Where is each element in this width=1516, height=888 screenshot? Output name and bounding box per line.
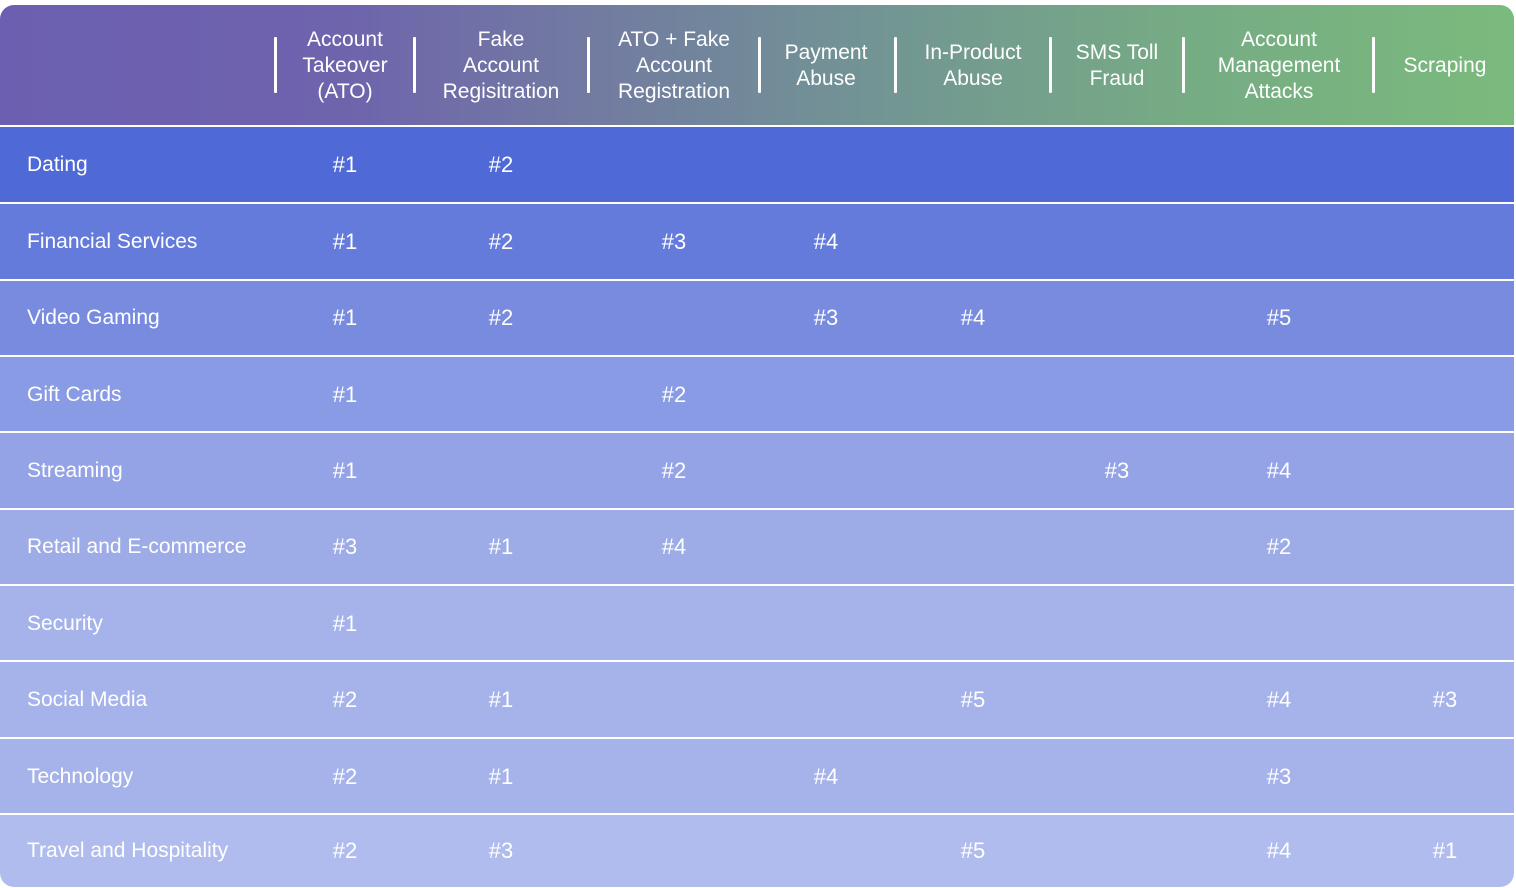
table-row: Gift Cards #1 #2 (0, 357, 1514, 432)
industry-label: Video Gaming (27, 306, 160, 329)
rank-cell-acctmgmt: #4 (1266, 458, 1292, 483)
rank-cell-fake: #2 (488, 305, 514, 330)
table-row: Travel and Hospitality #2 #3 #5 #4 #1 (0, 815, 1514, 887)
rank-cell-fake: #1 (488, 763, 514, 789)
rank-cell-ato: #1 (332, 305, 358, 330)
rank-cell-acctmgmt: #5 (1266, 305, 1292, 330)
column-header-ato_fake: ATO + Fake Account Registration (594, 5, 754, 126)
rank-cell-payment: #4 (813, 228, 839, 254)
industry-label: Security (27, 611, 103, 635)
rank-cell-fake: #2 (488, 152, 514, 177)
rank-cell-acctmgmt: #3 (1266, 763, 1292, 789)
industry-label: Streaming (27, 459, 123, 482)
column-divider (1372, 37, 1375, 93)
rank-cell-ato: #2 (332, 687, 358, 712)
column-header-text: Fraud (1089, 66, 1145, 90)
industry-label: Financial Services (27, 229, 198, 253)
column-divider (587, 37, 590, 93)
column-header-text: Account (307, 27, 383, 51)
column-header-text: Regisitration (442, 79, 560, 103)
column-divider (274, 37, 277, 93)
rank-cell-ato: #1 (332, 381, 358, 407)
column-header-text: Payment (784, 40, 868, 64)
table-row: Security #1 (0, 586, 1514, 661)
rank-cell-fake: #3 (488, 838, 514, 863)
rank-cell-ato: #1 (332, 610, 358, 636)
column-divider (1049, 37, 1052, 93)
table-row: Video Gaming #1 #2 #3 #4 #5 (0, 281, 1514, 355)
column-header-scraping: Scraping (1380, 5, 1510, 126)
rank-cell-ato: #3 (332, 534, 358, 559)
rank-cell-inproduct: #5 (960, 687, 986, 712)
rank-cell-ato: #1 (332, 152, 358, 177)
rank-cell-payment: #4 (813, 763, 839, 789)
column-header-text: Scraping (1403, 53, 1487, 77)
column-header-acctmgmt: Account Management Attacks (1199, 5, 1359, 126)
rank-cell-ato: #1 (332, 228, 358, 254)
rank-cell-ato_fake: #2 (661, 458, 687, 483)
rank-cell-ato: #2 (332, 838, 358, 863)
column-header-text: Management (1217, 53, 1341, 77)
column-header-payment: Payment Abuse (766, 5, 886, 126)
industry-label: Retail and E-commerce (27, 535, 247, 558)
table-row: Financial Services #1 #2 #3 #4 (0, 204, 1514, 279)
industry-label: Gift Cards (27, 382, 122, 406)
column-header-text: Account (636, 53, 712, 77)
rank-cell-scraping: #3 (1432, 687, 1458, 712)
column-header-text: Abuse (943, 66, 1003, 90)
column-header-text: In-Product (924, 40, 1022, 64)
industry-label: Technology (27, 764, 134, 788)
column-header-sms: SMS Toll Fraud (1057, 5, 1177, 126)
column-header-text: Account (463, 53, 539, 77)
rank-cell-ato_fake: #3 (661, 228, 687, 254)
rank-cell-acctmgmt: #4 (1266, 838, 1292, 863)
column-header-fake: Fake Account Regisitration (426, 5, 576, 126)
rank-cell-fake: #1 (488, 687, 514, 712)
column-header-text: Abuse (796, 66, 856, 90)
column-header-text: SMS Toll (1075, 40, 1159, 64)
ranking-table: Account Takeover (ATO) Fake Account Regisitra… (0, 5, 1514, 887)
industry-label: Dating (27, 153, 88, 176)
table-header: Account Takeover (ATO) Fake Account Regisitra… (0, 5, 1514, 126)
rank-cell-ato: #2 (332, 763, 358, 789)
rank-cell-ato_fake: #4 (661, 534, 687, 559)
column-divider (413, 37, 416, 93)
column-header-text: Account (1241, 27, 1317, 51)
column-header-text: Registration (617, 79, 731, 103)
table-row: Retail and E-commerce #3 #1 #4 #2 (0, 510, 1514, 584)
rank-cell-fake: #1 (488, 534, 514, 559)
rank-cell-ato_fake: #2 (661, 381, 687, 407)
column-divider (894, 37, 897, 93)
rank-cell-acctmgmt: #2 (1266, 534, 1292, 559)
rank-cell-inproduct: #5 (960, 838, 986, 863)
rank-cell-sms: #3 (1104, 458, 1130, 483)
table-row: Streaming #1 #2 #3 #4 (0, 433, 1514, 509)
column-header-text: (ATO) (317, 79, 373, 103)
table-row: Dating #1 #2 (0, 127, 1514, 203)
rank-cell-scraping: #1 (1432, 838, 1458, 863)
column-header-text: ATO + Fake (618, 27, 730, 51)
column-divider (1182, 37, 1185, 93)
rank-cell-payment: #3 (813, 305, 839, 330)
table-row: Technology #2 #1 #4 #3 (0, 739, 1514, 814)
column-header-text: Fake (477, 27, 525, 51)
column-header-ato: Account Takeover (ATO) (280, 5, 410, 126)
column-divider (758, 37, 761, 93)
rank-cell-inproduct: #4 (960, 305, 986, 330)
table-row: Social Media #2 #1 #5 #4 #3 (0, 662, 1514, 738)
industry-label: Social Media (27, 688, 148, 711)
column-header-inproduct: In-Product Abuse (903, 5, 1043, 126)
rank-cell-fake: #2 (488, 228, 514, 254)
column-header-text: Attacks (1244, 79, 1314, 103)
column-header-text: Takeover (302, 53, 388, 77)
rank-cell-acctmgmt: #4 (1266, 687, 1292, 712)
industry-label: Travel and Hospitality (27, 839, 229, 862)
rank-cell-ato: #1 (332, 458, 358, 483)
